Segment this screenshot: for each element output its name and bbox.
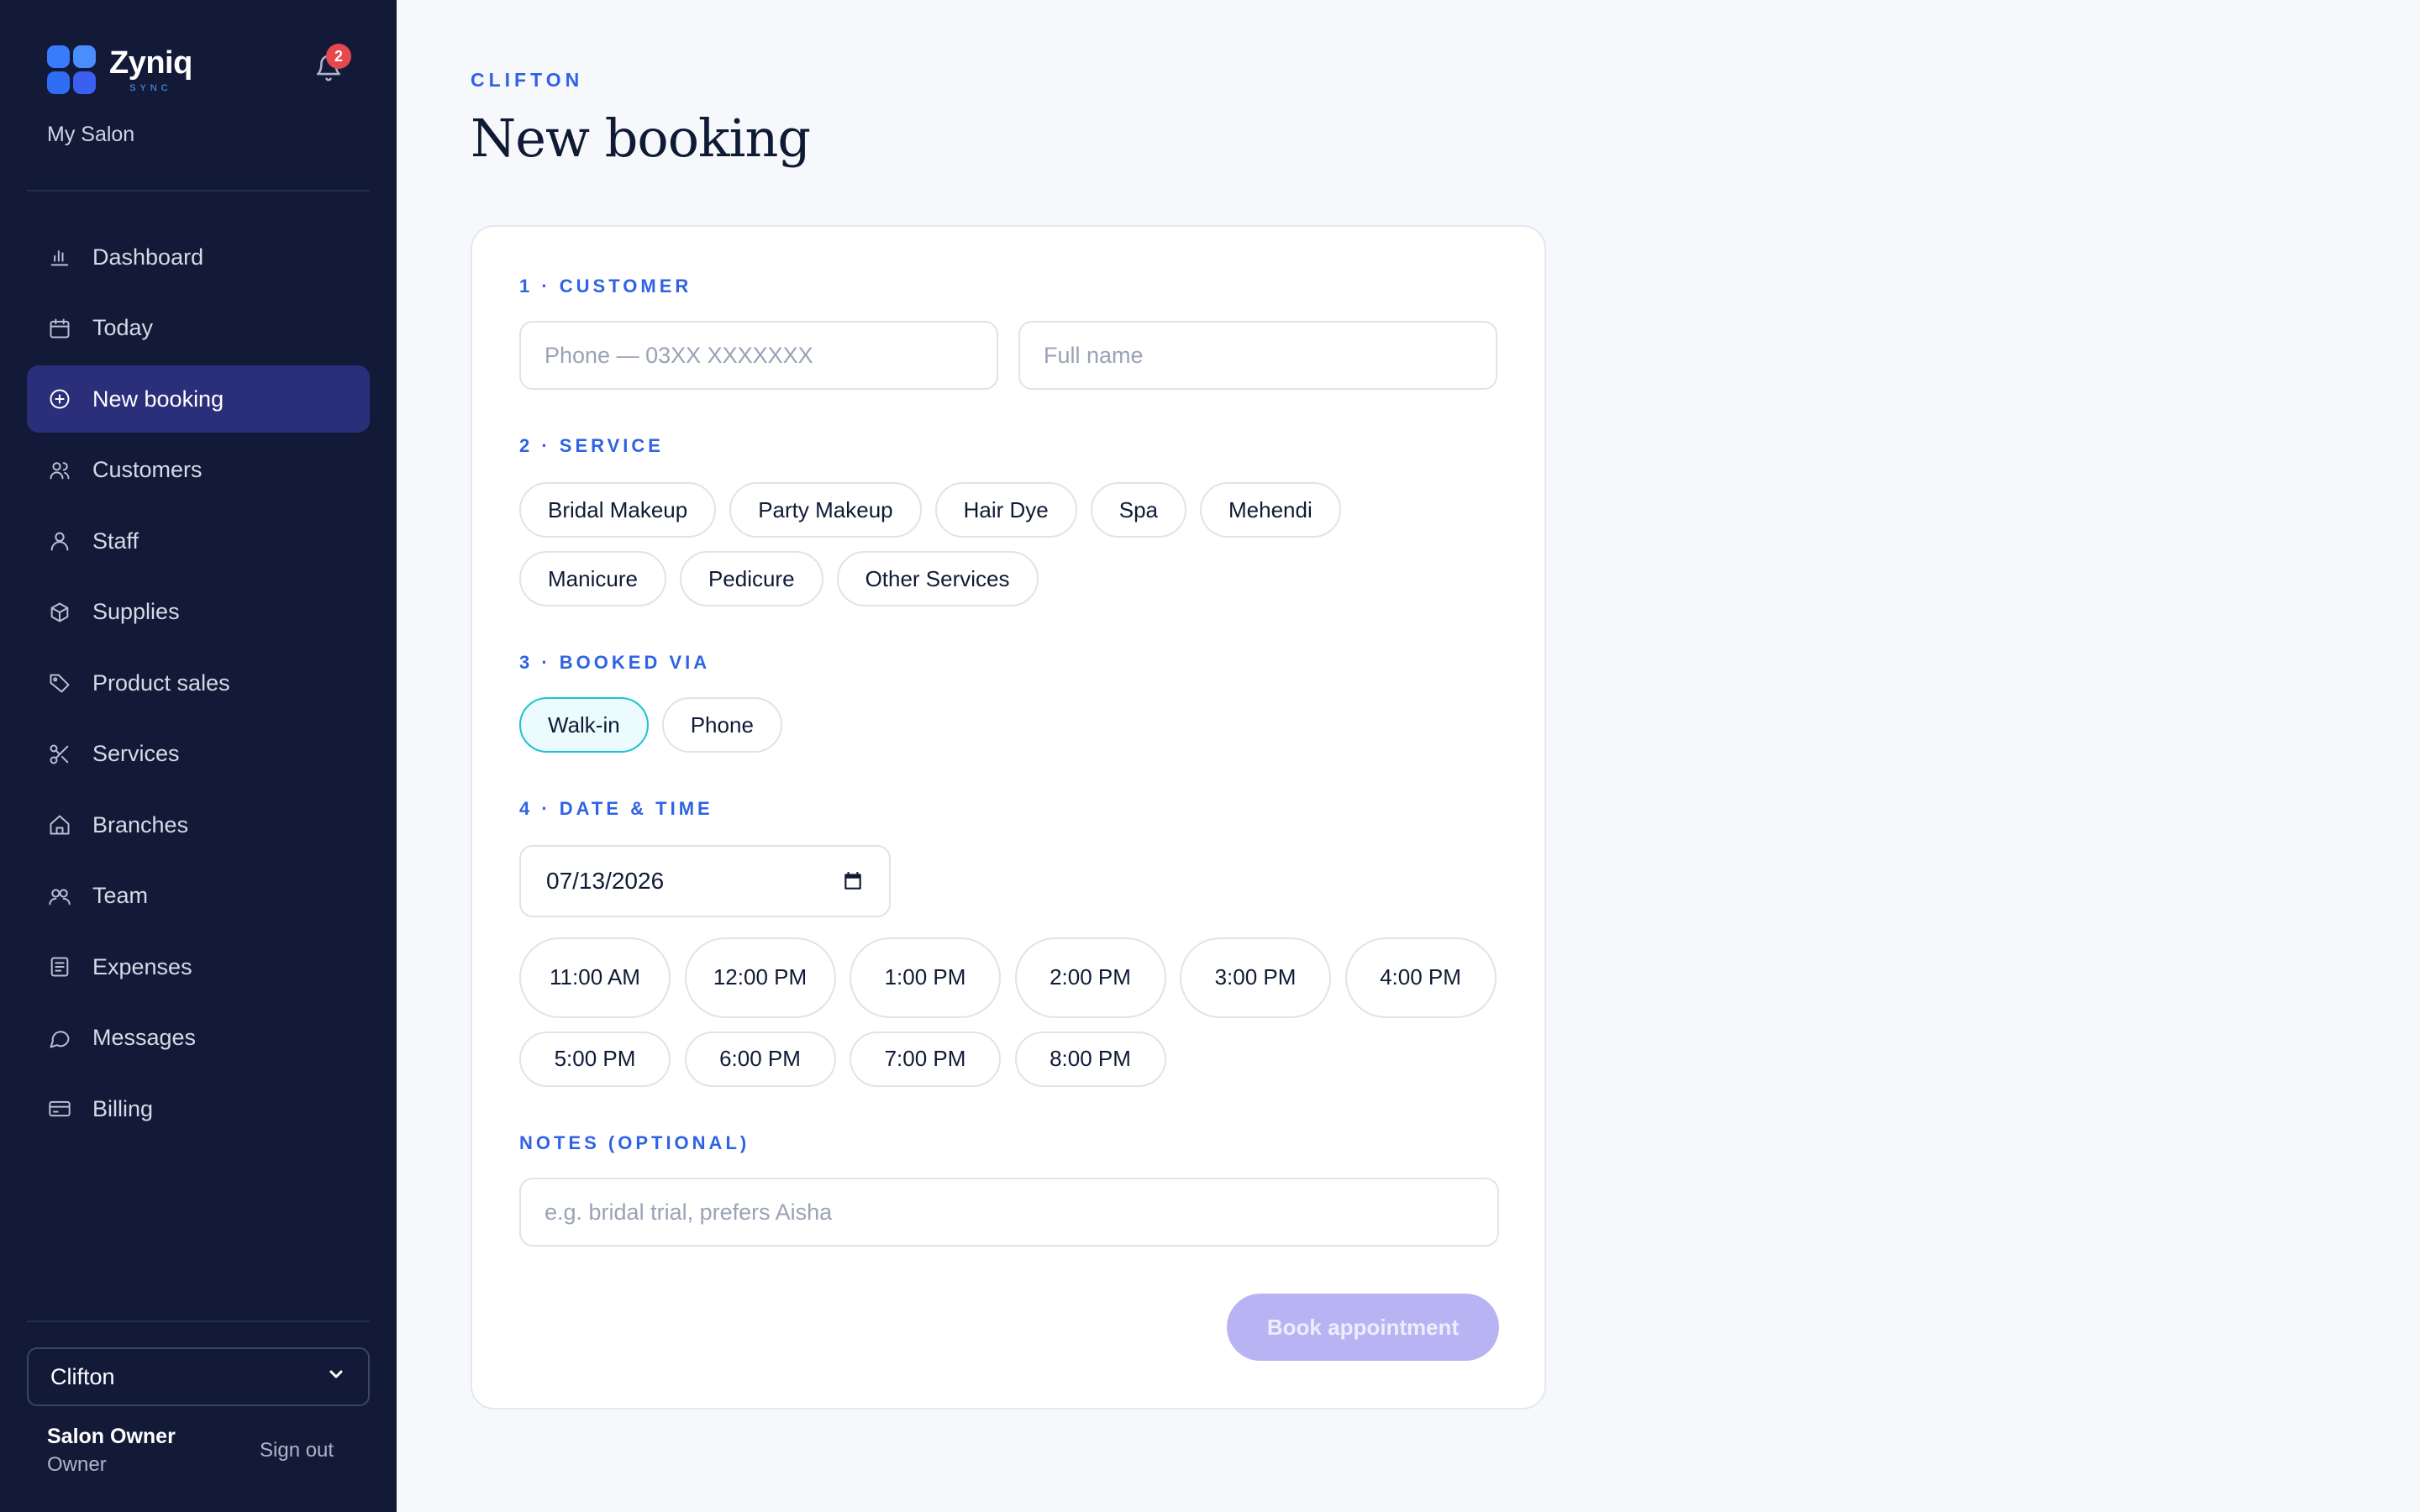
service-option[interactable]: Manicure <box>519 551 666 606</box>
scissors-icon <box>47 742 72 767</box>
sidebar-item-team[interactable]: Team <box>27 863 370 930</box>
calendar-icon <box>47 316 72 341</box>
sidebar-item-label: Expenses <box>92 953 192 979</box>
sidebar-item-label: Product sales <box>92 669 230 696</box>
time-slots: 11:00 AM 12:00 PM 1:00 PM 2:00 PM 3:00 PM 4:0… <box>519 937 1499 1087</box>
service-option[interactable]: Hair Dye <box>934 482 1077 538</box>
time-slot[interactable]: 4:00 PM <box>1344 937 1497 1018</box>
salon-name: My Salon <box>47 123 135 146</box>
sidebar-item-label: Customers <box>92 457 203 482</box>
tag-icon <box>47 670 72 696</box>
service-option[interactable]: Mehendi <box>1200 482 1341 538</box>
sidebar-item-branches[interactable]: Branches <box>27 791 370 858</box>
sidebar-item-label: Branches <box>92 811 189 837</box>
sidebar-item-services[interactable]: Services <box>27 721 370 788</box>
notes-section-label: NOTES (OPTIONAL) <box>519 1132 750 1153</box>
users-icon <box>47 458 72 483</box>
phone-input[interactable]: Phone — 03XX XXXXXXX <box>519 321 998 390</box>
sidebar-item-billing[interactable]: Billing <box>27 1075 370 1142</box>
sidebar-item-supplies[interactable]: Supplies <box>27 579 370 646</box>
box-icon <box>47 600 72 625</box>
full-name-input-placeholder: Full name <box>1044 342 1144 368</box>
phone-input-placeholder: Phone — 03XX XXXXXXX <box>544 342 813 368</box>
divider <box>27 1320 370 1322</box>
calendar-icon[interactable] <box>842 870 864 892</box>
service-section-label: 2 · SERVICE <box>519 435 664 456</box>
sidebar: Zyniq SYNC 2 My Salon Dashboard Today New … <box>0 0 397 1512</box>
sidebar-nav: Dashboard Today New booking Customers Staff S… <box>27 223 370 1147</box>
service-option[interactable]: Spa <box>1090 482 1187 538</box>
booked-via-options: Walk-in Phone <box>519 697 1107 753</box>
user-name: Salon Owner <box>47 1425 176 1448</box>
sidebar-item-expenses[interactable]: Expenses <box>27 933 370 1000</box>
sidebar-item-label: Team <box>92 883 149 908</box>
chevron-down-icon <box>326 1364 346 1390</box>
credit-card-icon <box>47 1096 72 1121</box>
time-slot[interactable]: 6:00 PM <box>684 1032 836 1087</box>
sidebar-item-label: Staff <box>92 528 139 554</box>
branch-select[interactable]: Clifton <box>27 1347 370 1406</box>
page-title: New booking <box>471 108 811 169</box>
time-slot[interactable]: 3:00 PM <box>1180 937 1331 1018</box>
chat-icon <box>47 1026 72 1051</box>
logo-icon <box>47 45 96 94</box>
sidebar-item-label: Dashboard <box>92 244 204 270</box>
sign-out-link[interactable]: Sign out <box>260 1439 334 1462</box>
service-option[interactable]: Pedicure <box>679 551 823 606</box>
bar-chart-icon <box>47 244 72 270</box>
time-slot[interactable]: 11:00 AM <box>519 937 671 1018</box>
date-input[interactable]: 07/13/2026 <box>519 845 891 917</box>
service-option[interactable]: Bridal Makeup <box>519 482 717 538</box>
time-slot[interactable]: 2:00 PM <box>1014 937 1166 1018</box>
book-appointment-button[interactable]: Book appointment <box>1227 1294 1499 1361</box>
sidebar-item-new-booking[interactable]: New booking <box>27 365 370 433</box>
page-eyebrow: CLIFTON <box>471 69 584 91</box>
sidebar-item-label: Services <box>92 741 180 766</box>
time-slot[interactable]: 5:00 PM <box>519 1032 671 1087</box>
sidebar-item-label: Billing <box>92 1095 154 1121</box>
brand-name: Zyniq <box>109 45 192 81</box>
brand-subtitle: SYNC <box>129 82 172 93</box>
date-input-value: 07/13/2026 <box>546 868 665 894</box>
booking-form-card: 1 · CUSTOMER Phone — 03XX XXXXXXX Full n… <box>471 225 1546 1410</box>
plus-circle-icon <box>47 386 72 412</box>
sidebar-item-customers[interactable]: Customers <box>27 437 370 504</box>
time-slot[interactable]: 1:00 PM <box>850 937 1001 1018</box>
divider <box>27 190 370 192</box>
sidebar-item-dashboard[interactable]: Dashboard <box>27 223 370 291</box>
sidebar-item-product-sales[interactable]: Product sales <box>27 649 370 717</box>
user-role: Owner <box>47 1453 107 1476</box>
notes-input-placeholder: e.g. bridal trial, prefers Aisha <box>544 1199 833 1225</box>
branch-select-value: Clifton <box>50 1363 115 1389</box>
service-option[interactable]: Party Makeup <box>729 482 922 538</box>
sidebar-item-staff[interactable]: Staff <box>27 507 370 575</box>
team-icon <box>47 884 72 909</box>
home-icon <box>47 812 72 837</box>
booked-via-section-label: 3 · BOOKED VIA <box>519 652 711 673</box>
service-options: Bridal Makeup Party Makeup Hair Dye Spa Mehe… <box>519 482 1360 606</box>
service-option[interactable]: Other Services <box>836 551 1039 606</box>
sidebar-item-label: Today <box>92 315 154 340</box>
datetime-section-label: 4 · DATE & TIME <box>519 798 713 819</box>
sidebar-item-label: Supplies <box>92 599 180 624</box>
time-slot[interactable]: 12:00 PM <box>684 937 836 1018</box>
customer-section-label: 1 · CUSTOMER <box>519 276 692 297</box>
sidebar-item-today[interactable]: Today <box>27 295 370 362</box>
booked-via-option[interactable]: Phone <box>661 697 782 753</box>
booked-via-option[interactable]: Walk-in <box>519 697 649 753</box>
receipt-icon <box>47 954 72 979</box>
full-name-input[interactable]: Full name <box>1018 321 1497 390</box>
time-slot[interactable]: 8:00 PM <box>1014 1032 1166 1087</box>
notification-badge: 2 <box>326 44 351 69</box>
sidebar-item-label: Messages <box>92 1025 197 1050</box>
sidebar-item-messages[interactable]: Messages <box>27 1005 370 1072</box>
sidebar-item-label: New booking <box>92 386 224 412</box>
brand[interactable]: Zyniq SYNC <box>47 45 192 94</box>
notes-input[interactable]: e.g. bridal trial, prefers Aisha <box>519 1178 1499 1247</box>
time-slot[interactable]: 7:00 PM <box>850 1032 1001 1087</box>
user-icon <box>47 528 72 554</box>
